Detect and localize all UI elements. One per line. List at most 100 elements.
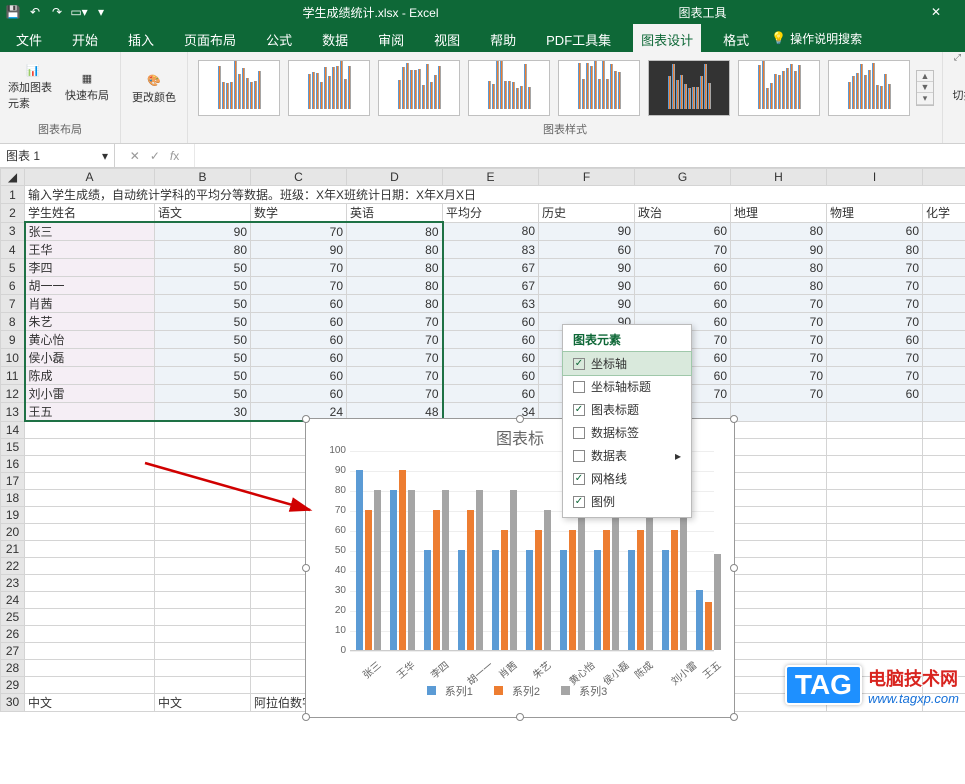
resize-handle[interactable]	[730, 713, 738, 721]
elem-chart-title[interactable]: 图表标题	[563, 398, 691, 421]
tab-format[interactable]: 格式	[715, 24, 757, 52]
group-change-colors: 🎨 更改颜色	[121, 52, 188, 143]
save-icon[interactable]: 💾	[6, 5, 20, 19]
col-E[interactable]: E	[443, 169, 539, 186]
chart-tools-label: 图表工具	[679, 4, 727, 21]
elem-legend[interactable]: 图例	[563, 490, 691, 513]
col-G[interactable]: G	[635, 169, 731, 186]
col-C[interactable]: C	[251, 169, 347, 186]
chart-style-thumb[interactable]	[468, 60, 550, 116]
watermark: TAG 电脑技术网 www.tagxp.com	[785, 665, 959, 706]
undo-icon[interactable]: ↶	[28, 5, 42, 19]
col-F[interactable]: F	[539, 169, 635, 186]
tab-pdf[interactable]: PDF工具集	[538, 24, 619, 52]
elem-axes[interactable]: 坐标轴	[563, 352, 691, 375]
chart-style-thumb[interactable]	[288, 60, 370, 116]
chart-elements-popup: 图表元素 坐标轴 坐标轴标题 图表标题 数据标签 数据表▸ 网格线 图例	[562, 324, 692, 518]
tab-data[interactable]: 数据	[314, 24, 356, 52]
col-H[interactable]: H	[731, 169, 827, 186]
redo-icon[interactable]: ↷	[50, 5, 64, 19]
table-row[interactable]: 10侯小磊50607060607070	[1, 349, 965, 367]
checkbox-icon[interactable]	[573, 473, 585, 485]
popup-title: 图表元素	[563, 329, 691, 352]
elem-data-table[interactable]: 数据表▸	[563, 444, 691, 467]
table-row[interactable]: 6胡一一5070806790608070	[1, 277, 965, 295]
column-headers[interactable]: ◢ AB CD EF GH IJ	[1, 169, 965, 186]
table-row[interactable]: 4王华8090808360709080	[1, 241, 965, 259]
checkbox-icon[interactable]	[573, 450, 585, 462]
collapse-ribbon-icon[interactable]: ⤢	[954, 52, 961, 63]
touch-icon[interactable]: ▭▾	[72, 5, 86, 19]
chart-style-thumb[interactable]	[828, 60, 910, 116]
group-chart-styles: ▲▼▾ 图表样式	[188, 52, 943, 143]
quick-layout-icon: ▦	[82, 72, 92, 85]
table-row[interactable]: 9黄心怡50607060707060	[1, 331, 965, 349]
elem-data-labels[interactable]: 数据标签	[563, 421, 691, 444]
group-chart-layout: 📊 添加图表元素 ▦ 快速布局 图表布局	[0, 52, 121, 143]
col-A[interactable]: A	[25, 169, 155, 186]
watermark-badge: TAG	[785, 665, 862, 705]
table-row[interactable]: 12刘小雷50607060707060	[1, 385, 965, 403]
tab-home[interactable]: 开始	[64, 24, 106, 52]
chevron-right-icon: ▸	[675, 449, 681, 463]
table-row[interactable]: 3张三9070808090608060	[1, 222, 965, 241]
checkbox-icon[interactable]	[573, 358, 585, 370]
group-data: ⇄ 切换行/列 数	[943, 52, 965, 143]
col-J[interactable]: J	[923, 169, 965, 186]
resize-handle[interactable]	[302, 713, 310, 721]
chart-style-thumb[interactable]	[738, 60, 820, 116]
formula-bar-row: 图表 1 ▾ ✕ ✓ fx	[0, 144, 965, 168]
resize-handle[interactable]	[730, 415, 738, 423]
add-chart-element-button[interactable]: 📊 添加图表元素	[8, 64, 58, 111]
checkbox-icon[interactable]	[573, 427, 585, 439]
tab-insert[interactable]: 插入	[120, 24, 162, 52]
chart-style-thumb[interactable]	[378, 60, 460, 116]
qat-customize-icon[interactable]: ▾	[94, 5, 108, 19]
table-row[interactable]: 5李四5070806790608070	[1, 259, 965, 277]
table-row[interactable]: 1输入学生成绩，自动统计学科的平均分等数据。班级：X年X班统计日期：X年X月X日	[1, 186, 965, 204]
fx-icon[interactable]: fx	[170, 149, 179, 163]
resize-handle[interactable]	[302, 415, 310, 423]
chart-style-thumb[interactable]	[648, 60, 730, 116]
table-row[interactable]: 8朱艺5060706090607070	[1, 313, 965, 331]
cancel-icon[interactable]: ✕	[130, 149, 140, 163]
tell-me-search[interactable]: 💡 操作说明搜索	[771, 24, 862, 52]
table-row[interactable]: 11陈成50607060607070	[1, 367, 965, 385]
select-all-cell[interactable]: ◢	[1, 169, 25, 186]
resize-handle[interactable]	[516, 415, 524, 423]
elem-gridlines[interactable]: 网格线	[563, 467, 691, 490]
formula-input[interactable]	[195, 144, 965, 167]
table-row[interactable]: 7肖茜5060806390607070	[1, 295, 965, 313]
col-I[interactable]: I	[827, 169, 923, 186]
tab-review[interactable]: 审阅	[370, 24, 412, 52]
close-button[interactable]: ✕	[913, 0, 959, 24]
tab-formulas[interactable]: 公式	[258, 24, 300, 52]
tab-help[interactable]: 帮助	[482, 24, 524, 52]
quick-layout-button[interactable]: ▦ 快速布局	[62, 72, 112, 103]
ribbon-tabs: 文件 开始 插入 页面布局 公式 数据 审阅 视图 帮助 PDF工具集 图表设计…	[0, 24, 965, 52]
chart-style-thumb[interactable]	[558, 60, 640, 116]
chart-style-thumb[interactable]	[198, 60, 280, 116]
styles-scroll[interactable]: ▲▼▾	[916, 70, 934, 106]
col-D[interactable]: D	[347, 169, 443, 186]
resize-handle[interactable]	[730, 564, 738, 572]
checkbox-icon[interactable]	[573, 381, 585, 393]
ribbon-body: 📊 添加图表元素 ▦ 快速布局 图表布局 🎨 更改颜色 ▲▼▾ 图表样式 ⇄	[0, 52, 965, 144]
tab-page-layout[interactable]: 页面布局	[176, 24, 244, 52]
change-colors-button[interactable]: 🎨 更改颜色	[129, 74, 179, 105]
name-box[interactable]: 图表 1 ▾	[0, 144, 115, 167]
confirm-icon[interactable]: ✓	[150, 149, 160, 163]
tab-file[interactable]: 文件	[8, 24, 50, 52]
switch-row-col-button[interactable]: ⇄ 切换行/列	[951, 72, 965, 103]
col-B[interactable]: B	[155, 169, 251, 186]
checkbox-icon[interactable]	[573, 496, 585, 508]
tab-chart-design[interactable]: 图表设计	[633, 24, 701, 52]
chevron-down-icon[interactable]: ▾	[102, 149, 108, 163]
checkbox-icon[interactable]	[573, 404, 585, 416]
resize-handle[interactable]	[516, 713, 524, 721]
resize-handle[interactable]	[302, 564, 310, 572]
spreadsheet-grid[interactable]: ◢ AB CD EF GH IJ 1输入学生成绩，自动统计学科的平均分等数据。班…	[0, 168, 965, 712]
tab-view[interactable]: 视图	[426, 24, 468, 52]
table-row[interactable]: 2学生姓名语文数学英语平均分历史政治地理物理化学	[1, 204, 965, 223]
elem-axis-titles[interactable]: 坐标轴标题	[563, 375, 691, 398]
